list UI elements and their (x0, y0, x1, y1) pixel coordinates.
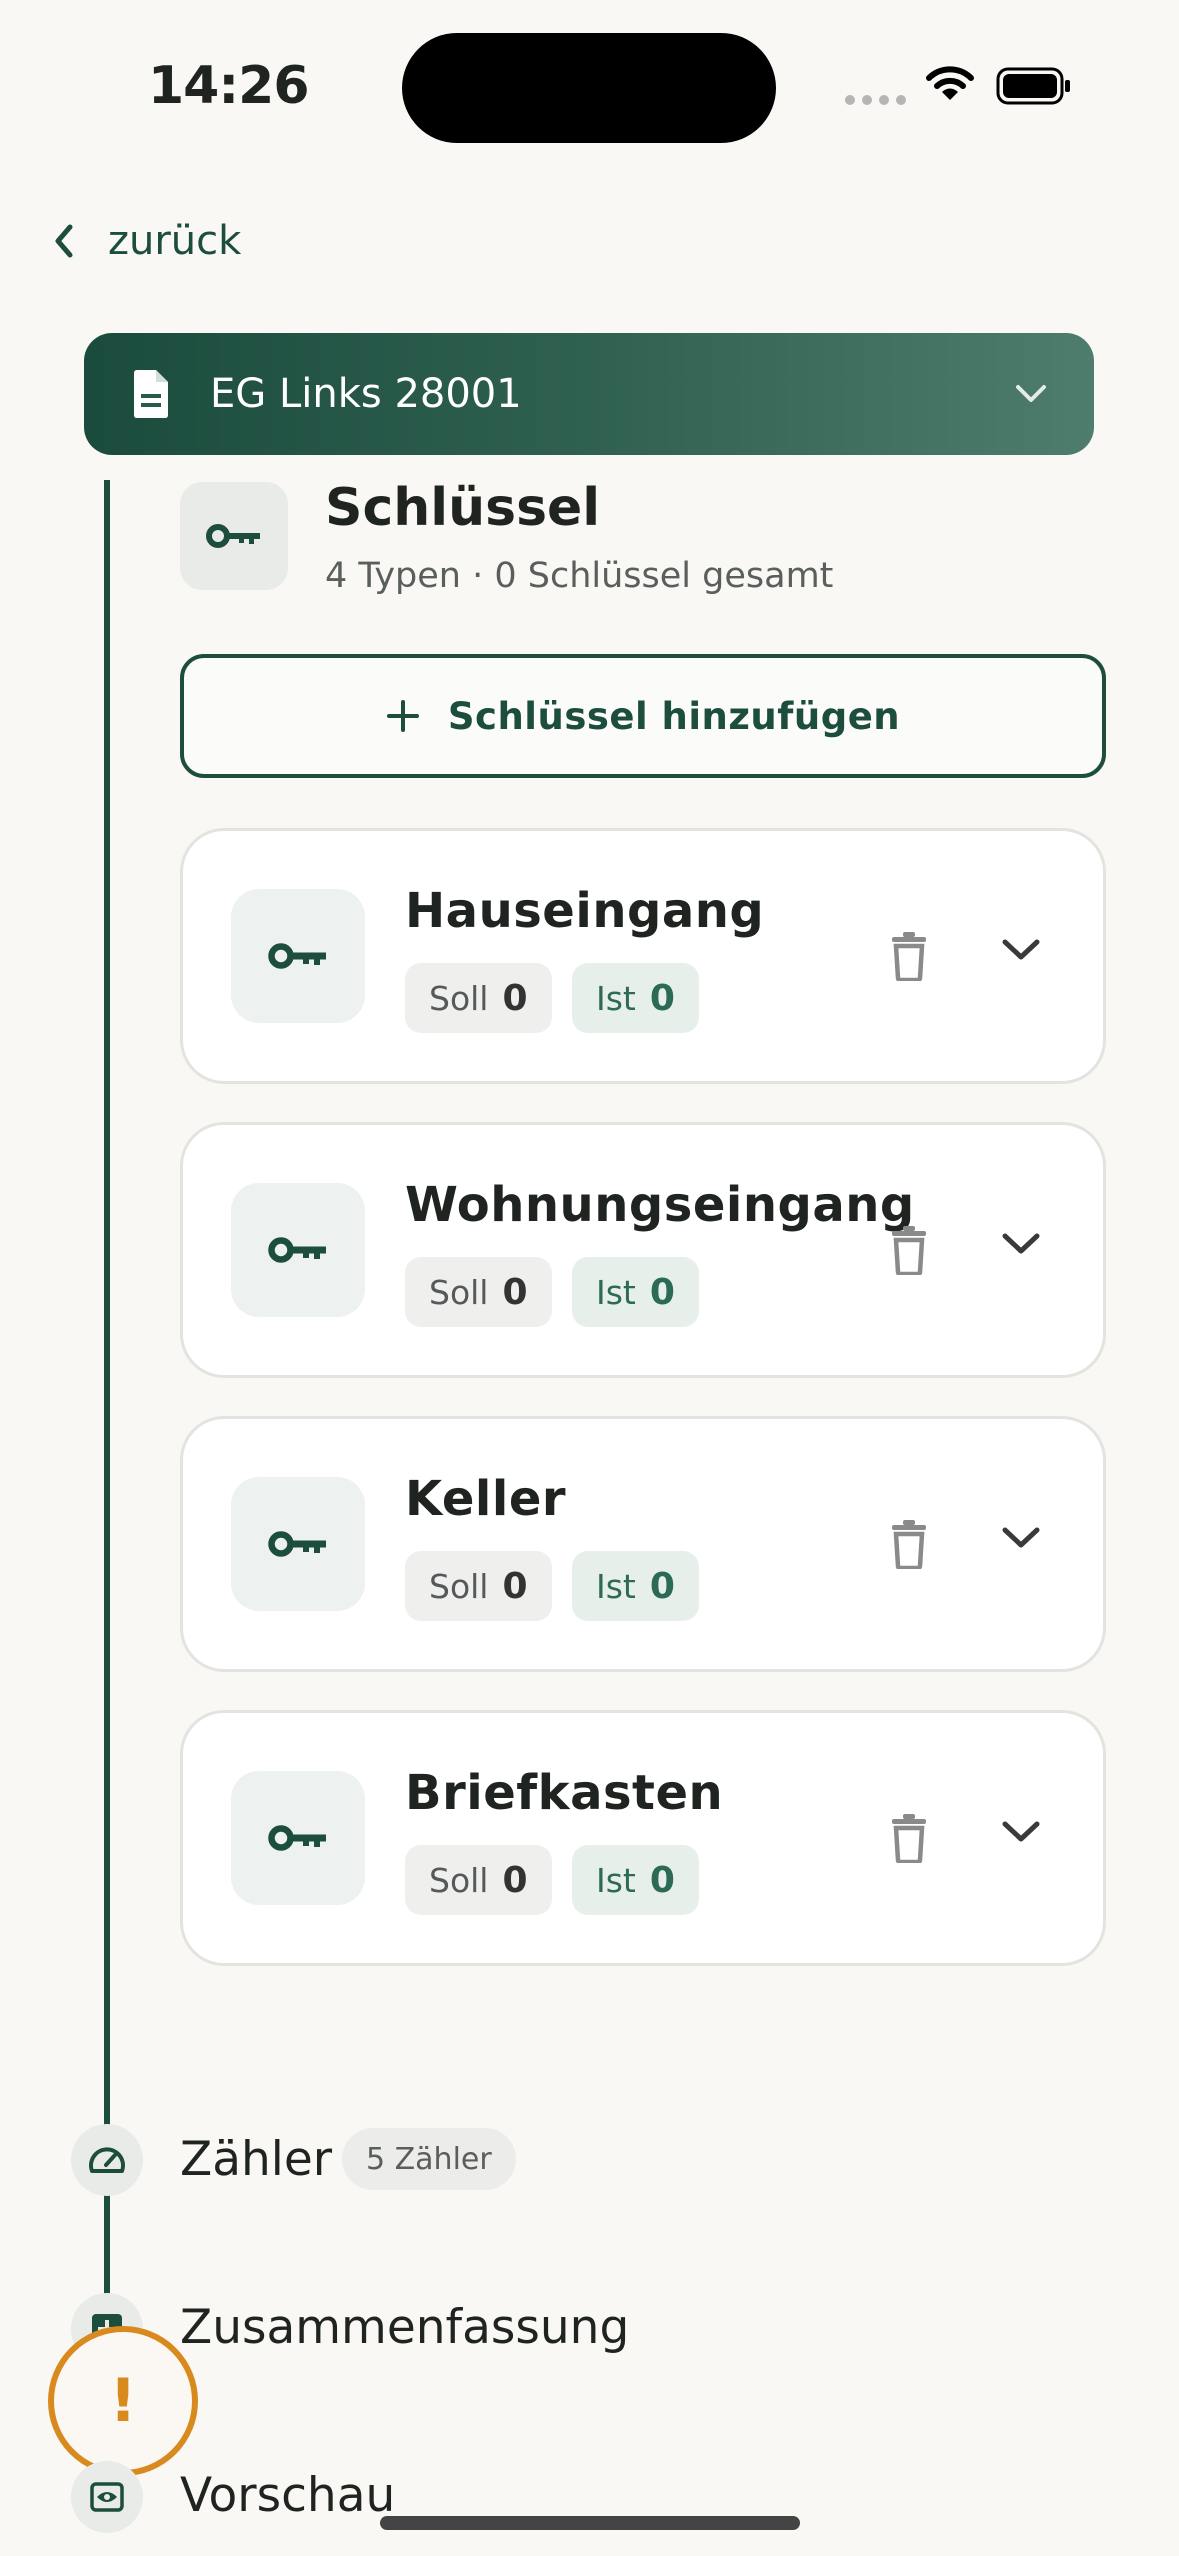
soll-label: Soll (429, 1860, 489, 1900)
unit-title: EG Links 28001 (210, 371, 522, 417)
chevron-left-icon (55, 224, 73, 258)
add-key-button[interactable]: Schlüssel hinzufügen (180, 654, 1106, 778)
ist-value: 0 (649, 1565, 675, 1607)
key-card-hauseingang[interactable]: Hauseingang Soll 0 Ist 0 (180, 828, 1106, 1084)
key-icon (180, 482, 288, 590)
cellular-signal-icon (845, 95, 906, 105)
chevron-down-icon (1016, 385, 1046, 402)
ist-value: 0 (649, 1859, 675, 1901)
add-key-label: Schlüssel hinzufügen (447, 694, 901, 738)
chevron-down-icon[interactable] (1001, 1819, 1041, 1845)
status-time: 14:26 (148, 56, 310, 116)
ist-badge: Ist 0 (572, 1845, 699, 1915)
soll-value: 0 (502, 1565, 528, 1607)
key-name: Wohnungseingang (405, 1177, 915, 1233)
warning-button[interactable]: ! (48, 2326, 198, 2476)
soll-value: 0 (502, 1271, 528, 1313)
soll-label: Soll (429, 1272, 489, 1312)
ist-label: Ist (596, 978, 636, 1018)
section-subtitle: 4 Typen · 0 Schlüssel gesamt (325, 556, 834, 596)
back-button[interactable]: zurück (52, 218, 241, 264)
key-icon (231, 1771, 365, 1905)
warning-icon: ! (109, 2366, 137, 2436)
document-icon (134, 370, 168, 418)
zaehler-count-badge: 5 Zähler (342, 2128, 516, 2190)
trash-icon[interactable] (891, 1519, 927, 1569)
battery-icon (996, 67, 1070, 105)
wifi-icon (926, 66, 974, 100)
eye-icon (71, 2461, 143, 2533)
ist-value: 0 (649, 1271, 675, 1313)
ist-badge: Ist 0 (572, 963, 699, 1033)
trash-icon[interactable] (891, 1225, 927, 1275)
ist-label: Ist (596, 1860, 636, 1900)
key-icon (231, 1183, 365, 1317)
section-title: Schlüssel (325, 478, 601, 538)
soll-label: Soll (429, 1566, 489, 1606)
soll-badge: Soll 0 (405, 1551, 552, 1621)
soll-badge: Soll 0 (405, 963, 552, 1033)
soll-badge: Soll 0 (405, 1845, 552, 1915)
soll-label: Soll (429, 978, 489, 1018)
trash-icon[interactable] (891, 1813, 927, 1863)
ist-label: Ist (596, 1566, 636, 1606)
home-indicator (380, 2516, 800, 2530)
ist-badge: Ist 0 (572, 1257, 699, 1327)
ist-badge: Ist 0 (572, 1551, 699, 1621)
key-name: Briefkasten (405, 1765, 724, 1821)
ist-label: Ist (596, 1272, 636, 1312)
soll-value: 0 (502, 1859, 528, 1901)
chevron-down-icon[interactable] (1001, 1525, 1041, 1551)
dynamic-island (402, 33, 776, 143)
chevron-down-icon[interactable] (1001, 1231, 1041, 1257)
ist-value: 0 (649, 977, 675, 1019)
chevron-down-icon[interactable] (1001, 937, 1041, 963)
key-icon (231, 1477, 365, 1611)
key-card-briefkasten[interactable]: Briefkasten Soll 0 Ist 0 (180, 1710, 1106, 1966)
gauge-icon (71, 2124, 143, 2196)
soll-value: 0 (502, 977, 528, 1019)
back-label: zurück (108, 218, 242, 264)
step-vorschau[interactable]: Vorschau (180, 2468, 395, 2523)
soll-badge: Soll 0 (405, 1257, 552, 1327)
trash-icon[interactable] (891, 931, 927, 981)
key-card-keller[interactable]: Keller Soll 0 Ist 0 (180, 1416, 1106, 1672)
plus-icon (386, 700, 419, 732)
key-icon (231, 889, 365, 1023)
step-zaehler[interactable]: Zähler (180, 2132, 332, 2187)
key-name: Keller (405, 1471, 567, 1527)
key-card-wohnungseingang[interactable]: Wohnungseingang Soll 0 Ist 0 (180, 1122, 1106, 1378)
unit-header[interactable]: EG Links 28001 (84, 333, 1094, 455)
step-zusammenfassung[interactable]: Zusammenfassung (180, 2300, 629, 2355)
key-name: Hauseingang (405, 883, 765, 939)
